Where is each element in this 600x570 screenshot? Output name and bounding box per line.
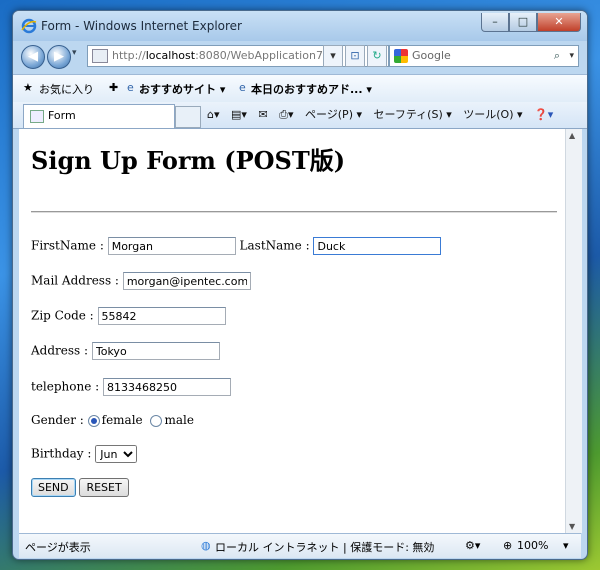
help-icon[interactable]: ❓▾ (534, 108, 553, 121)
security-zone[interactable]: ローカル イントラネット | 保護モード: 無効 (215, 539, 434, 555)
favorites-button[interactable]: お気に入り (39, 81, 94, 97)
gender-female-radio[interactable] (87, 414, 100, 427)
close-window-button[interactable]: ✕ (537, 13, 581, 32)
print-icon[interactable]: ⎙▾ (279, 108, 293, 121)
tab-row: Form ⌂▾ ▤▾ ✉ ⎙▾ ページ(P) ▾ セーフティ(S) ▾ ツール(… (13, 102, 587, 129)
home-icon[interactable]: ⌂▾ (207, 108, 220, 121)
ie-page-icon-2: e (239, 81, 246, 94)
favorites-star-icon[interactable]: ★ (23, 81, 33, 94)
today-addons-link[interactable]: 本日のおすすめアド... ▾ (251, 81, 372, 97)
ie-page-icon: e (127, 81, 134, 94)
window-title: Form - Windows Internet Explorer (41, 19, 242, 33)
refresh-icon[interactable]: ↻ (367, 45, 387, 67)
globe-icon: ◍ (201, 539, 211, 552)
tab-form[interactable]: Form (23, 104, 175, 128)
zoom-icon: ⊕ (503, 539, 513, 552)
browser-window: Form - Windows Internet Explorer – □ ✕ ◀… (12, 10, 588, 560)
safety-menu[interactable]: セーフティ(S) ▾ (374, 108, 452, 121)
gender-male-label: male (164, 413, 194, 427)
add-favorite-icon[interactable]: ✚ (109, 81, 118, 94)
address-host: localhost (145, 49, 196, 62)
tools-menu[interactable]: ツール(O) ▾ (463, 108, 522, 121)
page-title: Sign Up Form (POST版) (31, 146, 346, 175)
ie-icon (21, 18, 37, 34)
recommended-sites-link[interactable]: おすすめサイト ▾ (139, 81, 225, 97)
zip-input[interactable] (97, 307, 226, 325)
gender-label: Gender : (31, 413, 84, 427)
zip-label: Zip Code : (31, 308, 94, 323)
minimize-button[interactable]: – (481, 13, 509, 32)
scroll-up-icon[interactable]: ▲ (569, 131, 575, 140)
send-button[interactable]: SEND (31, 478, 76, 497)
page-menu[interactable]: ページ(P) ▾ (305, 108, 362, 121)
command-bar: ⌂▾ ▤▾ ✉ ⎙▾ ページ(P) ▾ セーフティ(S) ▾ ツール(O) ▾ … (199, 106, 553, 122)
page-content: Sign Up Form (POST版) FirstName : LastNam… (19, 129, 565, 533)
favorites-bar: ★ お気に入り ✚ e おすすめサイト ▾ e 本日のおすすめアド... ▾ (13, 74, 587, 103)
birthday-select[interactable]: Jun (95, 445, 138, 463)
mail-input[interactable] (122, 272, 251, 290)
zoom-dropdown-icon[interactable]: ▾ (563, 539, 569, 552)
gender-male-radio[interactable] (150, 414, 163, 427)
status-bar: ページが表示 ◍ ローカル イントラネット | 保護モード: 無効 ⚙▾ ⊕ 1… (19, 533, 581, 558)
lastname-input[interactable] (313, 237, 442, 255)
search-provider: Google (412, 49, 451, 62)
title-bar: Form - Windows Internet Explorer – □ ✕ (13, 11, 587, 41)
google-icon (394, 49, 408, 63)
mail-label: Mail Address : (31, 273, 119, 288)
back-button[interactable]: ◀ (21, 45, 45, 69)
status-text: ページが表示 (25, 541, 91, 554)
vertical-scrollbar[interactable]: ▲ ▼ (565, 129, 582, 533)
address-input[interactable] (91, 342, 220, 360)
search-icon[interactable]: ⌕ (554, 46, 560, 66)
page-favicon-icon (30, 110, 44, 123)
address-prefix: http:// (112, 49, 146, 62)
firstname-input[interactable] (107, 237, 236, 255)
gender-female-label: female (101, 413, 143, 427)
lastname-label: LastName : (239, 238, 310, 253)
protected-mode-icon[interactable]: ⚙▾ (465, 539, 480, 552)
address-label: Address : (31, 343, 89, 358)
reset-button[interactable]: RESET (79, 478, 129, 497)
zoom-level[interactable]: 100% (517, 539, 548, 552)
address-dropdown-icon[interactable]: ▾ (323, 45, 343, 67)
compat-view-icon[interactable]: ⊡ (345, 45, 365, 67)
mail-icon[interactable]: ✉ (258, 108, 267, 121)
scroll-down-icon[interactable]: ▼ (569, 522, 575, 531)
firstname-label: FirstName : (31, 238, 104, 253)
forward-button[interactable]: ▶ (47, 45, 71, 69)
maximize-button[interactable]: □ (509, 13, 537, 32)
tab-label: Form (48, 109, 76, 122)
divider (31, 211, 557, 213)
telephone-input[interactable] (103, 378, 232, 396)
telephone-label: telephone : (31, 379, 100, 394)
address-rest: :8080/WebApplication7/si (195, 49, 336, 62)
new-tab-button[interactable] (175, 106, 201, 128)
history-dropdown-icon[interactable]: ▾ (72, 48, 77, 58)
page-icon (92, 49, 108, 63)
search-dropdown-icon[interactable]: ▾ (569, 46, 574, 66)
address-row: ◀ ▶ ▾ http://localhost:8080/WebApplicati… (13, 42, 587, 74)
birthday-label: Birthday : (31, 446, 92, 461)
feeds-icon[interactable]: ▤▾ (231, 108, 247, 121)
search-box[interactable]: Google ⌕ ▾ (389, 45, 579, 67)
